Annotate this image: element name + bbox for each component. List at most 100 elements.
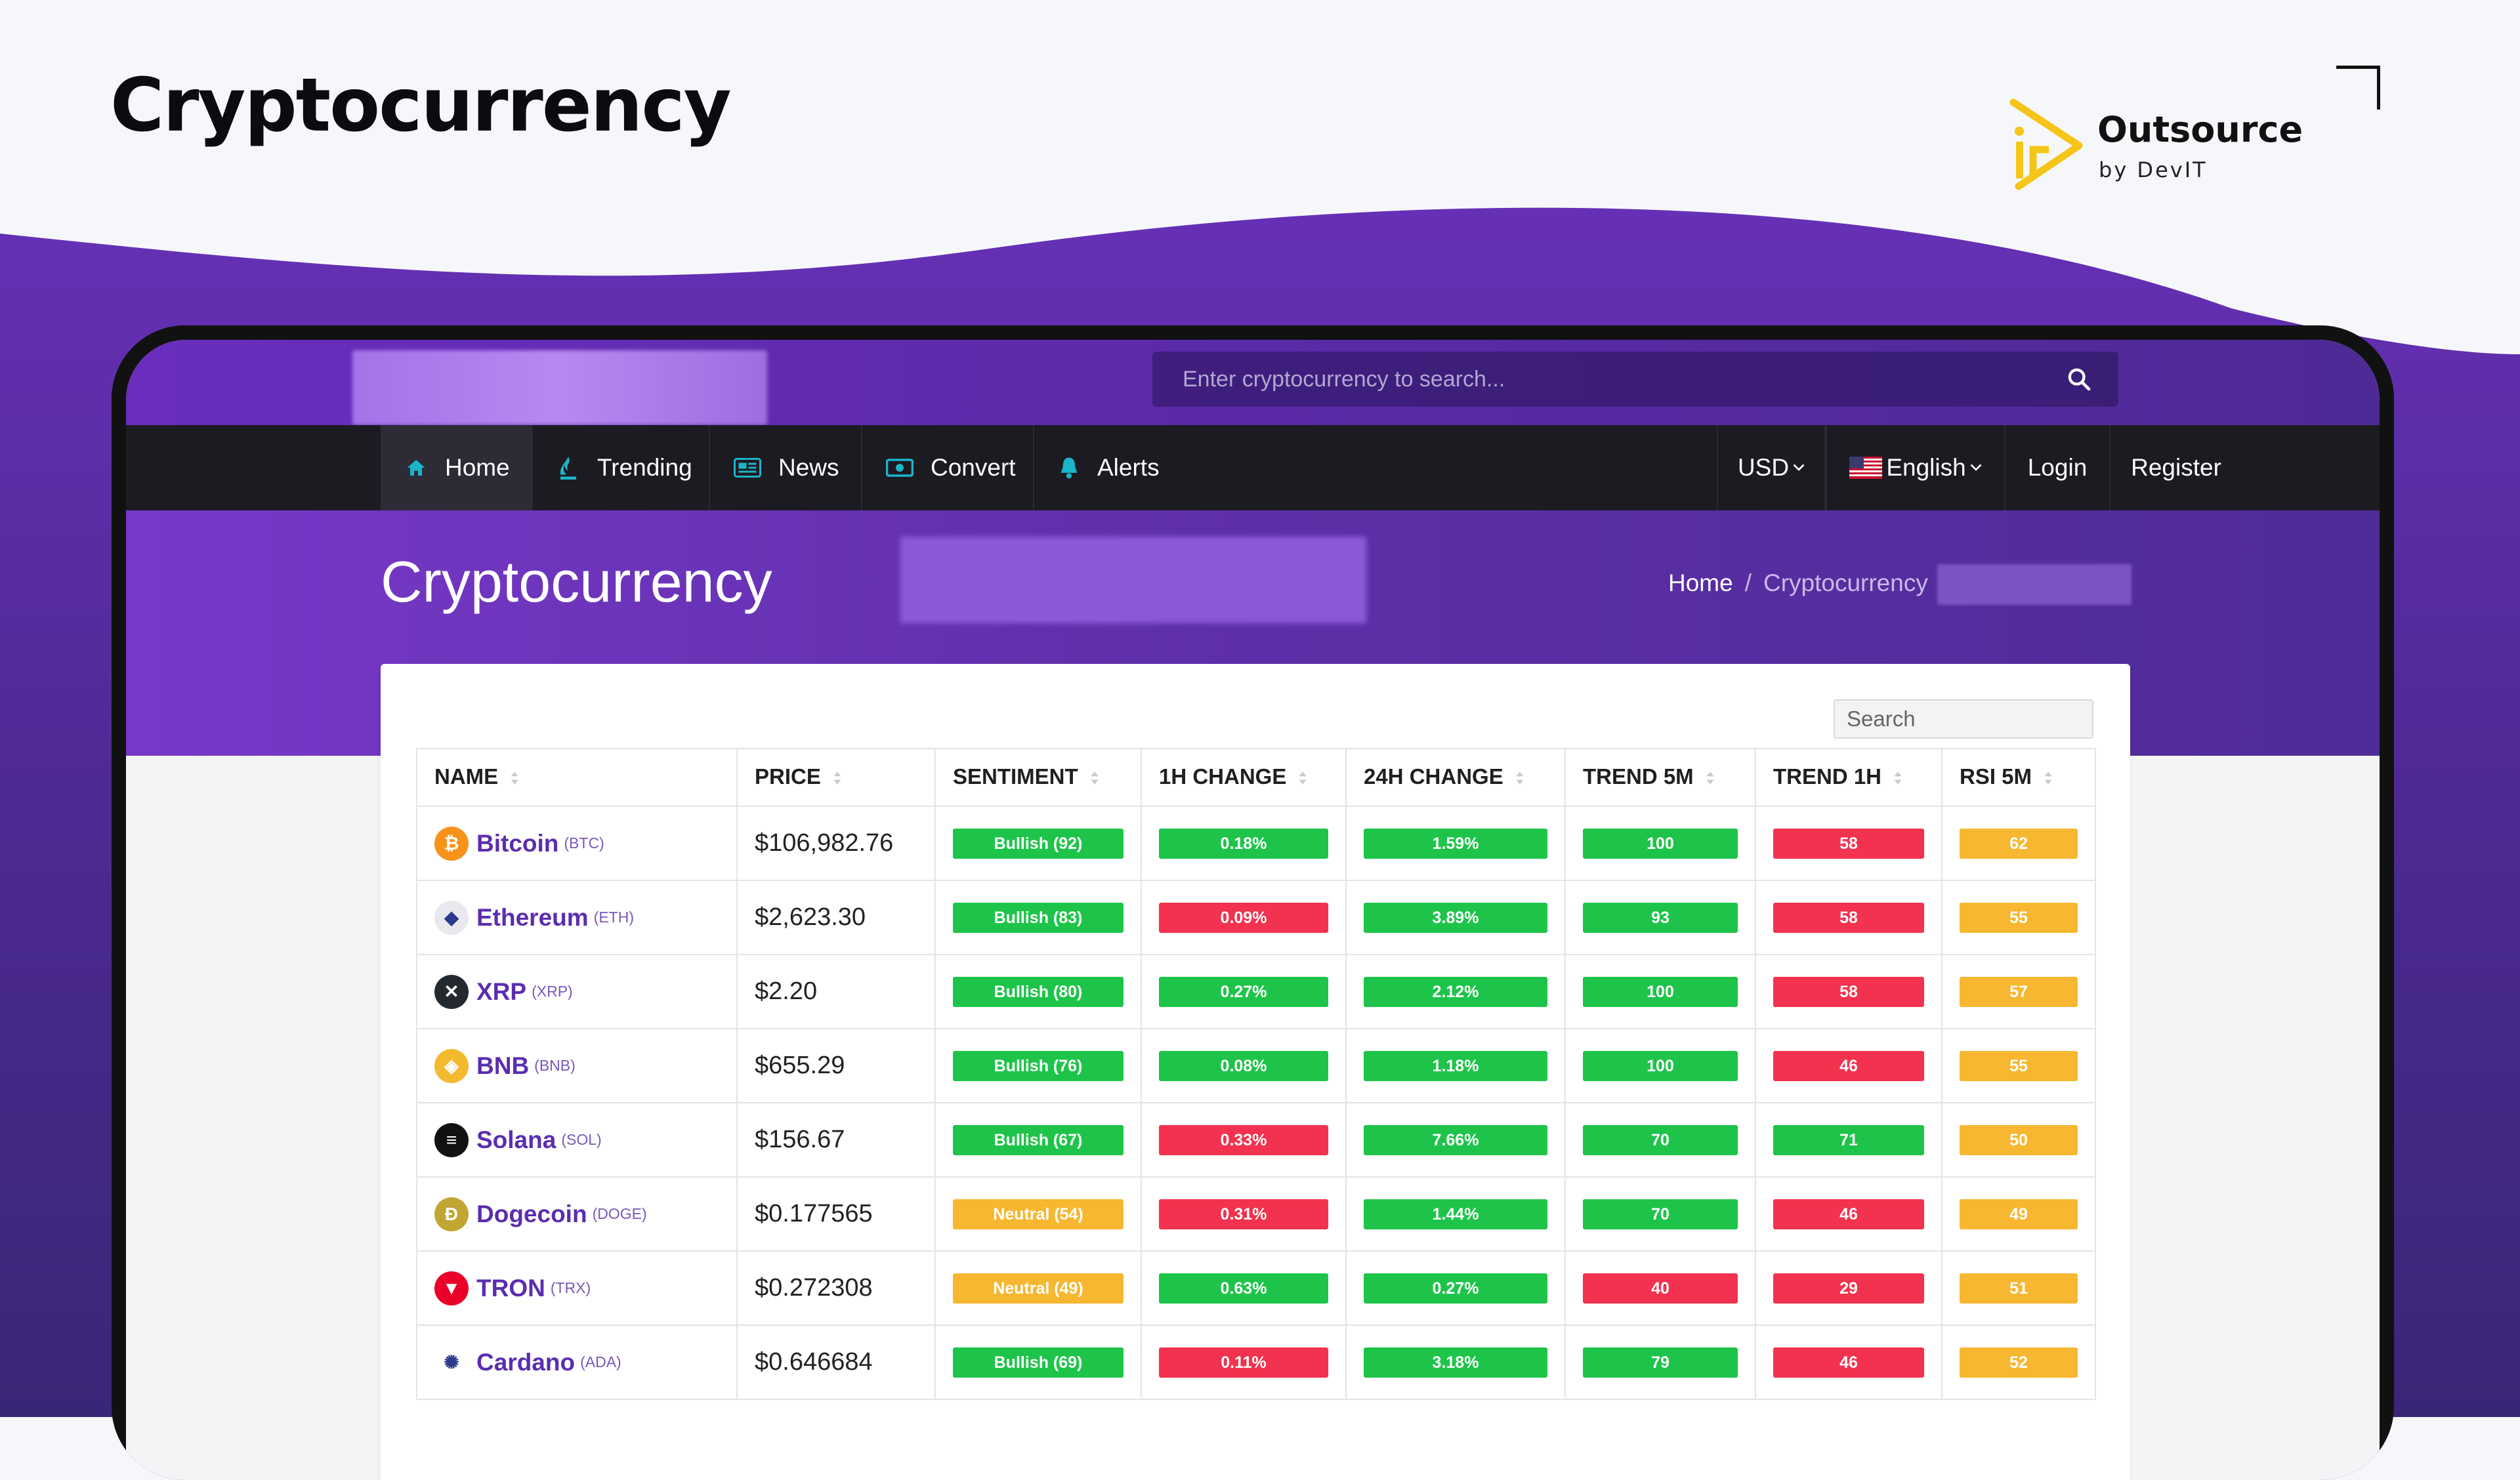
breadcrumb-home[interactable]: Home [1668,569,1733,597]
coin-name-link[interactable]: Cardano [476,1349,575,1376]
trend-5m-cell: 100 [1564,806,1756,881]
rsi-5m-cell: 62 [1941,806,2096,881]
sentiment-badge: Bullish (67) [953,1124,1124,1155]
login-link[interactable]: Login [2006,425,2110,510]
trend-1h-cell: 46 [1755,1028,1942,1103]
table-header-row: Name Price Sentiment 1H Change 24H Change Tre… [416,748,2096,807]
change-1h-badge: 0.11% [1159,1347,1328,1378]
sort-icon[interactable] [1893,766,1902,791]
column-header[interactable]: RSI 5M [1941,748,2096,807]
nav-trending[interactable]: Trending [533,425,710,510]
sort-icon[interactable] [1090,766,1099,791]
site-topbar [126,340,2380,425]
sentiment-cell: Bullish (92) [934,806,1142,881]
trend-1h-cell: 29 [1755,1250,1942,1326]
coin-name-link[interactable]: Dogecoin [476,1201,587,1228]
rsi-5m-cell: 55 [1941,880,2096,955]
crypto-search [1152,352,2118,407]
change-1h-cell: 0.31% [1141,1176,1347,1252]
brand-name: Outsource [2097,109,2303,150]
nav-home[interactable]: Home [381,425,533,510]
slide-title: Cryptocurrency [110,63,732,148]
column-header-label: 1H Change [1159,764,1287,789]
sort-icon[interactable] [510,766,519,791]
nav-alerts[interactable]: Alerts [1034,425,1192,510]
trend-1h-cell: 46 [1755,1325,1942,1400]
price-cell: $156.67 [736,1102,936,1178]
trend-5m-badge: 100 [1583,976,1738,1007]
column-header-label: RSI 5M [1960,764,2032,789]
table-row[interactable]: ◆ Ethereum (ETH) $2,623.30 Bullish (83) 0.09%… [416,880,2096,955]
rsi-5m-cell: 51 [1941,1250,2096,1326]
sort-icon[interactable] [1298,766,1307,791]
column-header[interactable]: Price [736,748,936,807]
site-logo-blurred[interactable] [352,350,767,425]
coin-name-link[interactable]: XRP [476,978,526,1006]
sort-icon[interactable] [1515,766,1524,791]
change-1h-cell: 0.27% [1141,954,1347,1029]
chevron-down-icon [1793,464,1805,471]
column-header[interactable]: 24H Change [1345,748,1566,807]
nav-news[interactable]: News [710,425,862,510]
coin-symbol: (XRP) [532,983,573,1000]
column-header[interactable]: Sentiment [934,748,1142,807]
trend-1h-badge: 71 [1773,1124,1924,1155]
coin-symbol: (SOL) [561,1131,602,1148]
breadcrumb: Home / Cryptocurrency [1668,569,1928,597]
table-row[interactable]: ₿ Bitcoin (BTC) $106,982.76 Bullish (92) 0.18… [416,806,2096,881]
table-search-input[interactable] [1834,699,2093,739]
price-cell: $106,982.76 [736,806,936,881]
nav-news-label: News [778,454,839,481]
table-row[interactable]: ◈ BNB (BNB) $655.29 Bullish (76) 0.08% 1.18% 10… [416,1028,2096,1103]
sentiment-cell: Bullish (67) [934,1102,1142,1178]
currency-dropdown[interactable]: USD [1717,425,1826,510]
nav-convert[interactable]: Convert [862,425,1034,510]
crypto-search-input[interactable] [1152,352,2075,407]
search-icon[interactable] [2066,366,2092,392]
language-dropdown[interactable]: English [1826,425,2006,510]
sentiment-cell: Neutral (54) [934,1176,1142,1252]
us-flag-icon [1849,457,1883,479]
trend-5m-badge: 93 [1583,902,1738,933]
sort-icon[interactable] [2044,766,2053,791]
change-24h-cell: 2.12% [1345,954,1566,1029]
change-1h-badge: 0.08% [1159,1050,1328,1081]
sentiment-badge: Bullish (83) [953,902,1124,933]
price-cell: $0.177565 [736,1176,936,1252]
coin-name-link[interactable]: BNB [476,1052,529,1080]
column-header[interactable]: Trend 5M [1564,748,1756,807]
table-row[interactable]: ▼ TRON (TRX) $0.272308 Neutral (49) 0.63% 0.27… [416,1250,2096,1326]
sort-icon[interactable] [833,766,842,791]
change-24h-badge: 7.66% [1364,1124,1547,1155]
sort-icon[interactable] [1706,766,1715,791]
table-row[interactable]: ✕ XRP (XRP) $2.20 Bullish (80) 0.27% 2.12% 100 5… [416,954,2096,1029]
trending-icon [556,455,580,481]
coin-name-link[interactable]: Ethereum [476,904,589,932]
coin-name-cell: ◆ Ethereum (ETH) [416,880,738,955]
coin-name-link[interactable]: Solana [476,1126,556,1154]
register-link[interactable]: Register [2110,425,2242,510]
change-24h-badge: 0.27% [1364,1273,1547,1304]
coin-logo-icon: ◈ [434,1048,469,1083]
change-24h-cell: 3.18% [1345,1325,1566,1400]
coin-symbol: (ADA) [580,1353,621,1370]
price-cell: $2.20 [736,954,936,1029]
brand-subtitle: by DevIT [2099,157,2208,182]
table-row[interactable]: ≡ Solana (SOL) $156.67 Bullish (67) 0.33% 7.66… [416,1102,2096,1178]
breadcrumb-separator: / [1744,569,1752,596]
coin-name-link[interactable]: TRON [476,1275,545,1302]
column-header-label: 24H Change [1364,764,1503,789]
trend-5m-cell: 93 [1564,880,1756,955]
column-header-label: Name [434,764,499,789]
rsi-5m-cell: 50 [1941,1102,2096,1178]
column-header[interactable]: Name [416,748,738,807]
currency-label: USD [1737,454,1790,481]
table-row[interactable]: ✺ Cardano (ADA) $0.646684 Bullish (69) 0.11% 3… [416,1325,2096,1400]
title-blurred-text [900,537,1366,623]
coin-name-link[interactable]: Bitcoin [476,830,558,857]
column-header[interactable]: 1H Change [1141,748,1347,807]
change-24h-badge: 2.12% [1364,976,1547,1007]
column-header[interactable]: Trend 1H [1755,748,1942,807]
table-body: ₿ Bitcoin (BTC) $106,982.76 Bullish (92) 0.18… [416,806,2096,1400]
table-row[interactable]: Ð Dogecoin (DOGE) $0.177565 Neutral (54) 0.31… [416,1176,2096,1252]
